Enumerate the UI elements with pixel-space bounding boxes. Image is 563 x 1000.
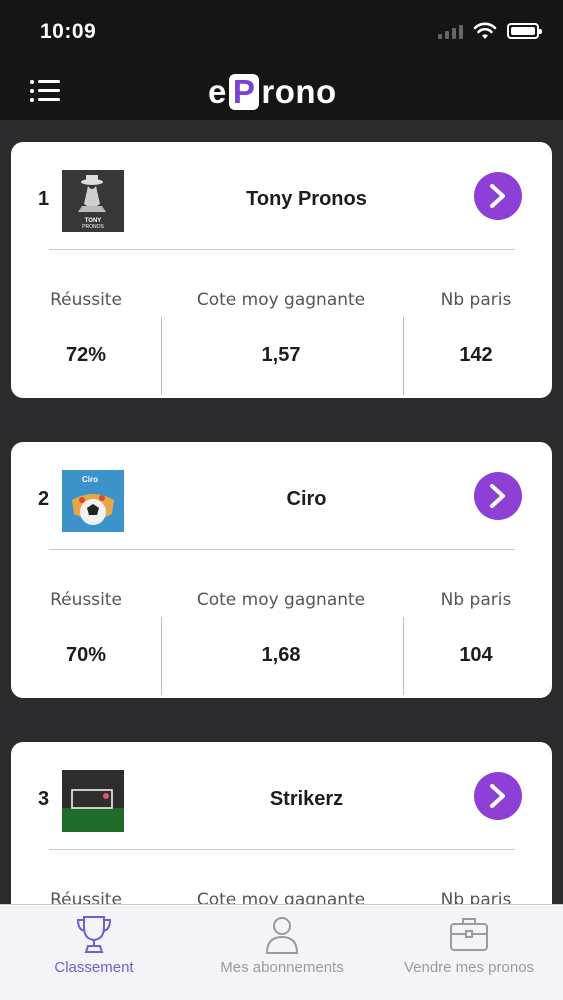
app-header: 10:09 e P rono	[0, 0, 563, 120]
rank-number: 1	[38, 188, 50, 210]
cellular-signal-icon	[438, 23, 463, 39]
chevron-right-icon	[490, 784, 505, 808]
column-separator	[161, 317, 162, 395]
avg-odds-value: 1,57	[261, 344, 301, 366]
column-separator	[403, 317, 404, 395]
tipster-avatar: Ciro	[62, 470, 124, 532]
battery-icon	[507, 23, 542, 39]
tipster-name: Tony Pronos	[246, 188, 367, 210]
open-tipster-button[interactable]	[474, 472, 522, 520]
bets-count-label: Nb paris	[440, 590, 512, 610]
column-separator	[403, 617, 404, 695]
bets-count-label: Nb paris	[440, 890, 512, 904]
svg-text:Ciro: Ciro	[82, 475, 98, 484]
success-label: Réussite	[50, 890, 122, 904]
ranking-card[interactable]: 2 Ciro Ciro Réussite Cote moy gagnante N…	[11, 442, 552, 698]
divider	[49, 849, 515, 850]
svg-text:PRONOS: PRONOS	[82, 224, 104, 230]
tab-label: Classement	[54, 959, 134, 976]
success-label: Réussite	[50, 590, 122, 610]
avg-odds-value: 1,68	[261, 644, 301, 666]
ranking-card[interactable]: 3 Strikerz Réussite Cote moy gagnante Nb…	[11, 742, 552, 904]
wifi-icon	[473, 22, 497, 39]
open-tipster-button[interactable]	[474, 172, 522, 220]
menu-button[interactable]	[30, 80, 62, 104]
success-value: 70%	[65, 644, 107, 666]
logo-prefix: e	[208, 73, 227, 110]
tipster-avatar: TONY PRONOS	[62, 170, 124, 232]
bets-count-label: Nb paris	[440, 290, 512, 310]
rank-number: 3	[38, 788, 50, 810]
column-separator	[161, 617, 162, 695]
success-value: 72%	[65, 344, 107, 366]
tipster-name: Ciro	[286, 488, 327, 510]
ranking-card[interactable]: 1 TONY PRONOS Tony Pronos Réussite Cote …	[11, 142, 552, 398]
logo-suffix: rono	[261, 73, 337, 110]
avg-odds-label: Cote moy gagnante	[196, 890, 366, 904]
chevron-right-icon	[490, 184, 505, 208]
tab-label: Vendre mes pronos	[403, 959, 535, 976]
tab-mes-abonnements[interactable]: Mes abonnements	[196, 905, 368, 1000]
trophy-icon	[76, 916, 112, 953]
chevron-right-icon	[490, 484, 505, 508]
bets-count-value: 104	[459, 644, 493, 666]
person-icon	[265, 917, 299, 954]
open-tipster-button[interactable]	[474, 772, 522, 820]
tab-bar: Classement Mes abonnements Vendre mes pr…	[0, 904, 563, 1000]
tipster-name: Strikerz	[269, 788, 344, 810]
bets-count-value: 142	[459, 344, 493, 366]
menu-icon	[30, 80, 62, 84]
app-logo: e P rono	[208, 72, 337, 112]
tab-vendre-mes-pronos[interactable]: Vendre mes pronos	[388, 905, 550, 1000]
rank-number: 2	[38, 488, 50, 510]
ranking-list[interactable]: 1 TONY PRONOS Tony Pronos Réussite Cote …	[0, 120, 563, 904]
divider	[49, 549, 515, 550]
success-label: Réussite	[50, 290, 122, 310]
tipster-avatar	[62, 770, 124, 832]
avg-odds-label: Cote moy gagnante	[196, 290, 366, 310]
divider	[49, 249, 515, 250]
status-time: 10:09	[40, 20, 97, 43]
tab-classement[interactable]: Classement	[20, 905, 168, 1000]
logo-highlight: P	[228, 74, 260, 110]
avg-odds-label: Cote moy gagnante	[196, 590, 366, 610]
briefcase-icon	[450, 918, 488, 951]
tab-label: Mes abonnements	[220, 959, 344, 976]
status-icons	[438, 22, 542, 40]
